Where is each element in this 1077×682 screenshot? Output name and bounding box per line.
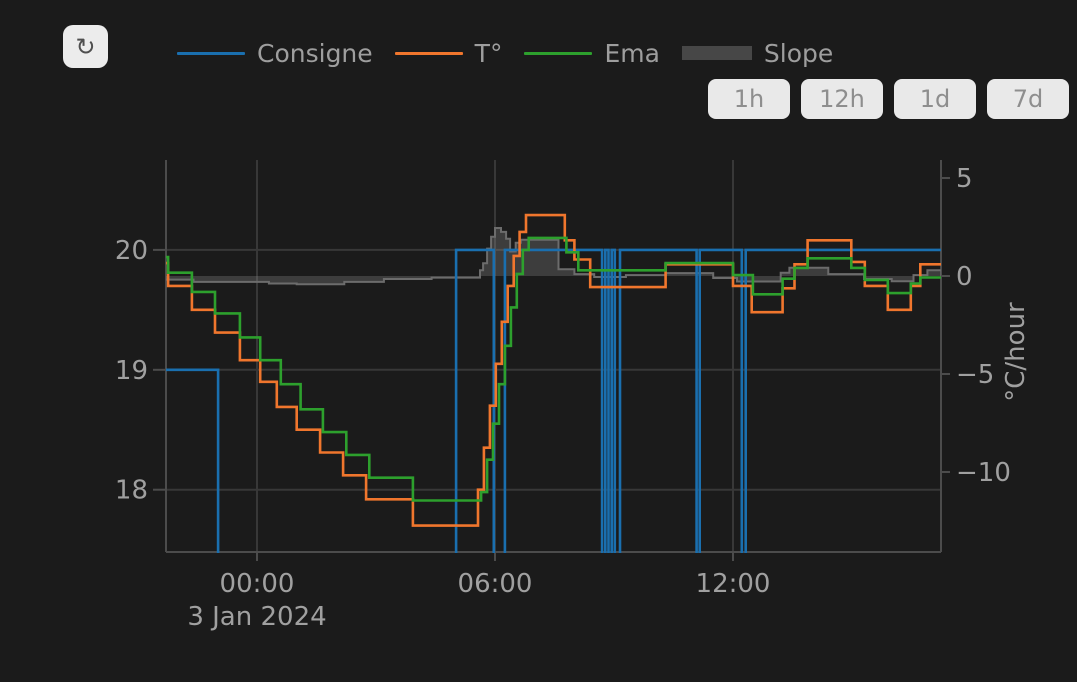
x-axis-tick-label: 06:00 xyxy=(458,569,533,599)
temperature-history-chart[interactable]: 20 19 18 5 0 −5 −10 00:00 06:00 12:00 3 Jan 2024 °C… xyxy=(0,0,1077,682)
x-axis-tick-label: 00:00 xyxy=(220,569,295,599)
x-axis-tick-label: 12:00 xyxy=(696,569,771,599)
series-consigne-line xyxy=(166,250,941,574)
left-axis-tick-label: 18 xyxy=(115,476,148,506)
right-axis-tick-label: 0 xyxy=(956,262,973,292)
right-axis-tick-label: −5 xyxy=(956,360,994,390)
right-axis-tick-label: 5 xyxy=(956,164,973,194)
right-axis-title: °C/hour xyxy=(1001,302,1031,402)
right-axis-tick-label: −10 xyxy=(956,458,1011,488)
series-slope-area xyxy=(166,228,941,284)
x-axis-date-label: 3 Jan 2024 xyxy=(187,602,326,632)
left-axis-tick-label: 19 xyxy=(115,356,148,386)
left-axis-tick-label: 20 xyxy=(115,236,148,266)
